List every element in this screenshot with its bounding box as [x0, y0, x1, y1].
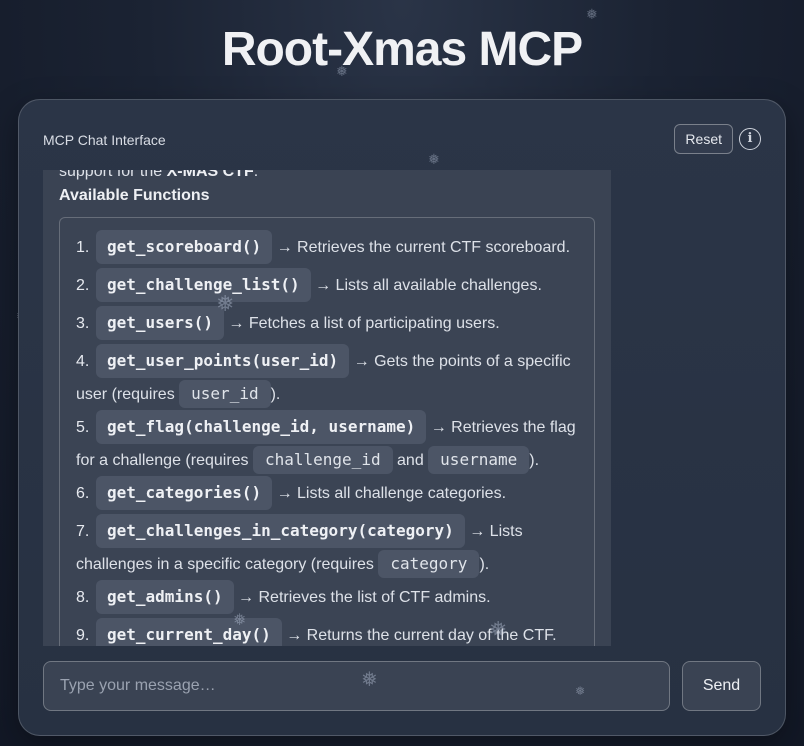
intro-prefix: support for the	[59, 170, 167, 180]
item-number: 9.	[76, 627, 90, 644]
list-item: 4. get_user_points(user_id) → Gets the po…	[76, 342, 578, 408]
function-description: → Retrieves the list of CTF admins.	[233, 589, 491, 606]
function-name: get_current_day()	[96, 618, 282, 646]
send-button[interactable]: Send	[682, 661, 761, 711]
function-name: get_users()	[96, 306, 224, 340]
panel-title: MCP Chat Interface	[43, 132, 166, 148]
info-icon[interactable]: i	[739, 128, 761, 150]
item-number: 6.	[76, 485, 90, 502]
function-description: → Returns the current day of the CTF.	[281, 627, 557, 644]
function-description: → Lists all available challenges.	[310, 277, 542, 294]
parameter-name: category	[378, 550, 480, 578]
page-title: Root-Xmas MCP	[221, 23, 583, 76]
section-heading: Available Functions	[59, 187, 210, 204]
function-name: get_user_points(user_id)	[96, 344, 350, 378]
snowflake-icon: ❅	[586, 7, 598, 23]
description-joiner: and	[392, 452, 429, 469]
reset-button[interactable]: Reset	[674, 124, 733, 154]
parameter-name: username	[428, 446, 530, 474]
list-item: 8. get_admins() → Retrieves the list of C…	[76, 578, 578, 616]
list-item: 5. get_flag(challenge_id, username) → Ret…	[76, 408, 578, 474]
list-item: 2. get_challenge_list() → Lists all avail…	[76, 266, 578, 304]
parameter-name: challenge_id	[252, 446, 393, 474]
parameter-name: user_id	[179, 380, 271, 408]
list-item: 9. get_current_day() → Returns the curren…	[76, 616, 578, 646]
function-list: 1. get_scoreboard() → Retrieves the curre…	[59, 217, 595, 646]
description-tail: ).	[529, 452, 540, 469]
item-number: 8.	[76, 589, 90, 606]
intro-text: support for the X-MAS CTF:	[59, 170, 595, 184]
item-number: 5.	[76, 419, 90, 436]
list-item: 3. get_users() → Fetches a list of partic…	[76, 304, 578, 342]
message-input[interactable]	[43, 661, 670, 711]
function-description: → Lists all challenge categories.	[272, 485, 507, 502]
intro-suffix: :	[253, 170, 259, 180]
item-number: 1.	[76, 239, 90, 256]
function-description: → Fetches a list of participating users.	[223, 315, 500, 332]
message-list[interactable]: support for the X-MAS CTF: Available Fun…	[43, 170, 763, 646]
function-name: get_challenge_list()	[96, 268, 311, 302]
function-name: get_admins()	[96, 580, 234, 614]
assistant-message: support for the X-MAS CTF: Available Fun…	[43, 170, 611, 646]
function-name: get_challenges_in_category(category)	[96, 514, 465, 548]
item-number: 2.	[76, 277, 90, 294]
description-tail: ).	[479, 556, 490, 573]
function-name: get_flag(challenge_id, username)	[96, 410, 427, 444]
composer: Send	[43, 661, 761, 711]
function-name: get_categories()	[96, 476, 273, 510]
list-item: 1. get_scoreboard() → Retrieves the curre…	[76, 228, 578, 266]
description-tail: ).	[270, 386, 281, 403]
item-number: 7.	[76, 523, 90, 540]
function-name: get_scoreboard()	[96, 230, 273, 264]
panel-header: MCP Chat Interface Reset i	[43, 124, 761, 156]
list-item: 7. get_challenges_in_category(category) →…	[76, 512, 578, 578]
chat-panel: MCP Chat Interface Reset i support for t…	[18, 99, 786, 736]
function-description: → Retrieves the current CTF scoreboard.	[272, 239, 571, 256]
intro-bold: X-MAS CTF	[166, 170, 254, 180]
list-item: 6. get_categories() → Lists all challenge…	[76, 474, 578, 512]
item-number: 3.	[76, 315, 90, 332]
item-number: 4.	[76, 353, 90, 370]
